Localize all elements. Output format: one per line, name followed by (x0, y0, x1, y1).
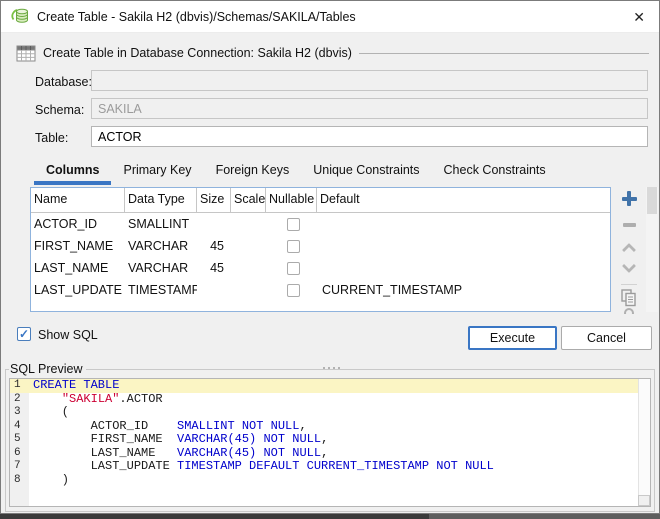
title-bar: Create Table - Sakila H2 (dbvis)/Schemas… (1, 1, 659, 33)
line-number: 6 (10, 447, 29, 461)
editor-scrollbar[interactable] (638, 379, 650, 506)
database-create-icon (10, 7, 29, 26)
columns-grid[interactable]: NameData TypeSizeScaleNullableDefault AC… (30, 187, 611, 312)
sql-line: 3 ( (10, 406, 650, 420)
tab-columns[interactable]: Columns (34, 158, 111, 185)
cell-default[interactable]: CURRENT_TIMESTAMP (317, 283, 610, 297)
cell-name[interactable]: LAST_UPDATE (31, 283, 125, 297)
group-rule (359, 53, 649, 54)
column-header-data-type[interactable]: Data Type (125, 188, 197, 212)
paste-icon[interactable] (623, 308, 635, 314)
cancel-button[interactable]: Cancel (561, 326, 652, 350)
line-number: 8 (10, 474, 29, 488)
line-number: 7 (10, 460, 29, 474)
copy-icon[interactable] (621, 289, 637, 307)
move-up-icon[interactable] (622, 243, 636, 257)
cell-name[interactable]: ACTOR_ID (31, 217, 125, 231)
connection-group-title: Create Table in Database Connection: Sak… (43, 46, 352, 60)
tab-check-constraints[interactable]: Check Constraints (432, 158, 558, 185)
database-label: Database: (35, 75, 92, 89)
cell-size[interactable]: 45 (197, 239, 231, 253)
sql-line: 7 LAST_UPDATE TIMESTAMP DEFAULT CURRENT_… (10, 460, 650, 474)
nullable-checkbox[interactable] (287, 284, 300, 297)
table-grid-icon (16, 45, 36, 62)
column-header-size[interactable]: Size (197, 188, 231, 212)
show-sql-checkbox[interactable]: ✓ (17, 327, 31, 341)
tab-unique-constraints[interactable]: Unique Constraints (301, 158, 431, 185)
column-header-default[interactable]: Default (317, 188, 610, 212)
sql-preview-editor[interactable]: 1CREATE TABLE2 "SAKILA".ACTOR3 (4 ACTOR_… (9, 378, 651, 507)
add-column-icon[interactable] (622, 191, 637, 206)
line-number: 5 (10, 433, 29, 447)
nullable-checkbox[interactable] (287, 240, 300, 253)
nullable-checkbox[interactable] (287, 262, 300, 275)
table-label: Table: (35, 131, 68, 145)
cell-data-type[interactable]: TIMESTAMP (125, 283, 197, 297)
tab-foreign-keys[interactable]: Foreign Keys (204, 158, 302, 185)
database-field (91, 70, 648, 91)
sql-preview-title: SQL Preview (9, 362, 86, 376)
schema-field (91, 98, 648, 119)
grid-scrollbar-thumb[interactable] (647, 187, 657, 214)
execute-button[interactable]: Execute (468, 326, 557, 350)
create-table-dialog: Create Table - Sakila H2 (dbvis)/Schemas… (0, 0, 660, 514)
toolbar-divider (621, 284, 637, 285)
remove-column-icon[interactable] (623, 223, 636, 227)
close-icon[interactable]: ✕ (633, 10, 645, 24)
sql-line: 5 FIRST_NAME VARCHAR(45) NOT NULL, (10, 433, 650, 447)
cell-data-type[interactable]: VARCHAR (125, 239, 197, 253)
tab-primary-key[interactable]: Primary Key (111, 158, 203, 185)
column-header-scale[interactable]: Scale (231, 188, 266, 212)
sql-line: 8 ) (10, 474, 650, 488)
columns-grid-header: NameData TypeSizeScaleNullableDefault (31, 188, 610, 213)
nullable-checkbox[interactable] (287, 218, 300, 231)
grid-toolbar (612, 189, 646, 316)
line-number: 4 (10, 420, 29, 434)
line-number: 3 (10, 406, 29, 420)
schema-label: Schema: (35, 103, 84, 117)
background-strip (0, 514, 660, 519)
move-down-icon[interactable] (622, 259, 636, 273)
sql-preview-group: SQL Preview 1CREATE TABLE2 "SAKILA".ACTO… (5, 369, 655, 512)
table-row[interactable]: ACTOR_IDSMALLINT (31, 213, 610, 235)
sql-line: 2 "SAKILA".ACTOR (10, 393, 650, 407)
column-header-nullable[interactable]: Nullable (266, 188, 317, 212)
table-row[interactable]: LAST_UPDATETIMESTAMP CURRENT_TIMESTAMP (31, 279, 610, 301)
connection-group-header: Create Table in Database Connection: Sak… (16, 43, 649, 63)
check-icon: ✓ (19, 327, 29, 341)
cell-data-type[interactable]: SMALLINT (125, 217, 197, 231)
table-row[interactable]: LAST_NAMEVARCHAR45 (31, 257, 610, 279)
grid-scrollbar[interactable] (646, 187, 658, 312)
table-name-input[interactable] (91, 126, 648, 147)
cell-name[interactable]: LAST_NAME (31, 261, 125, 275)
sql-line: 1CREATE TABLE (10, 379, 650, 393)
table-row[interactable]: FIRST_NAMEVARCHAR45 (31, 235, 610, 257)
sql-line: 6 LAST_NAME VARCHAR(45) NOT NULL, (10, 447, 650, 461)
window-title: Create Table - Sakila H2 (dbvis)/Schemas… (37, 10, 356, 24)
cell-name[interactable]: FIRST_NAME (31, 239, 125, 253)
cell-size[interactable]: 45 (197, 261, 231, 275)
line-number: 2 (10, 393, 29, 407)
line-number: 1 (10, 379, 29, 393)
cell-data-type[interactable]: VARCHAR (125, 261, 197, 275)
column-header-name[interactable]: Name (31, 188, 125, 212)
columns-grid-body: ACTOR_IDSMALLINTFIRST_NAMEVARCHAR45LAST_… (31, 213, 610, 301)
editor-scroll-corner (638, 495, 650, 506)
show-sql-label: Show SQL (38, 328, 98, 342)
sql-line: 4 ACTOR_ID SMALLINT NOT NULL, (10, 420, 650, 434)
tab-bar: ColumnsPrimary KeyForeign KeysUnique Con… (34, 158, 558, 185)
